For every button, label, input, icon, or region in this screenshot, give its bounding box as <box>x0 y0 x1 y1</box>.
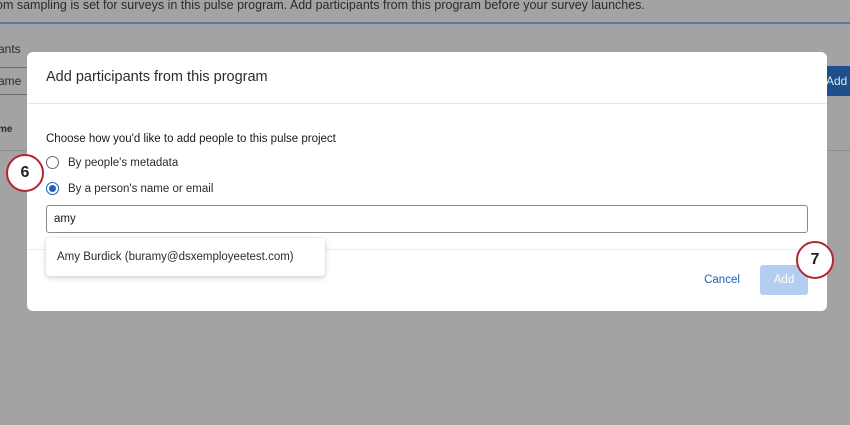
radio-unchecked-icon[interactable] <box>46 156 59 169</box>
cancel-button[interactable]: Cancel <box>697 268 747 292</box>
radio-checked-icon[interactable] <box>46 182 59 195</box>
radio-option-name-email[interactable]: By a person's name or email <box>46 182 213 195</box>
radio-option-name-email-label: By a person's name or email <box>68 182 214 195</box>
sampling-banner: om sampling is set for surveys in this p… <box>0 0 850 24</box>
radio-option-metadata[interactable]: By people's metadata <box>46 156 178 169</box>
suggestion-item[interactable]: Amy Burdick (buramy@dsxemployeetest.com) <box>57 251 294 263</box>
radio-option-metadata-label: By people's metadata <box>68 156 179 169</box>
sampling-banner-text: om sampling is set for surveys in this p… <box>0 0 645 12</box>
person-search-input[interactable] <box>46 205 808 233</box>
add-participants-modal: Add participants from this program Choos… <box>27 52 827 311</box>
step-callout-7: 7 <box>796 241 834 279</box>
participants-heading: ants <box>0 42 21 56</box>
suggestion-dropdown: Amy Burdick (buramy@dsxemployeetest.com) <box>46 238 325 276</box>
name-column-header: me <box>0 124 13 135</box>
name-filter-field: ame <box>0 67 30 95</box>
modal-title: Add participants from this program <box>46 69 268 85</box>
modal-header: Add participants from this program <box>27 52 827 104</box>
choose-method-label: Choose how you'd like to add people to t… <box>46 133 336 145</box>
step-callout-6: 6 <box>6 154 44 192</box>
